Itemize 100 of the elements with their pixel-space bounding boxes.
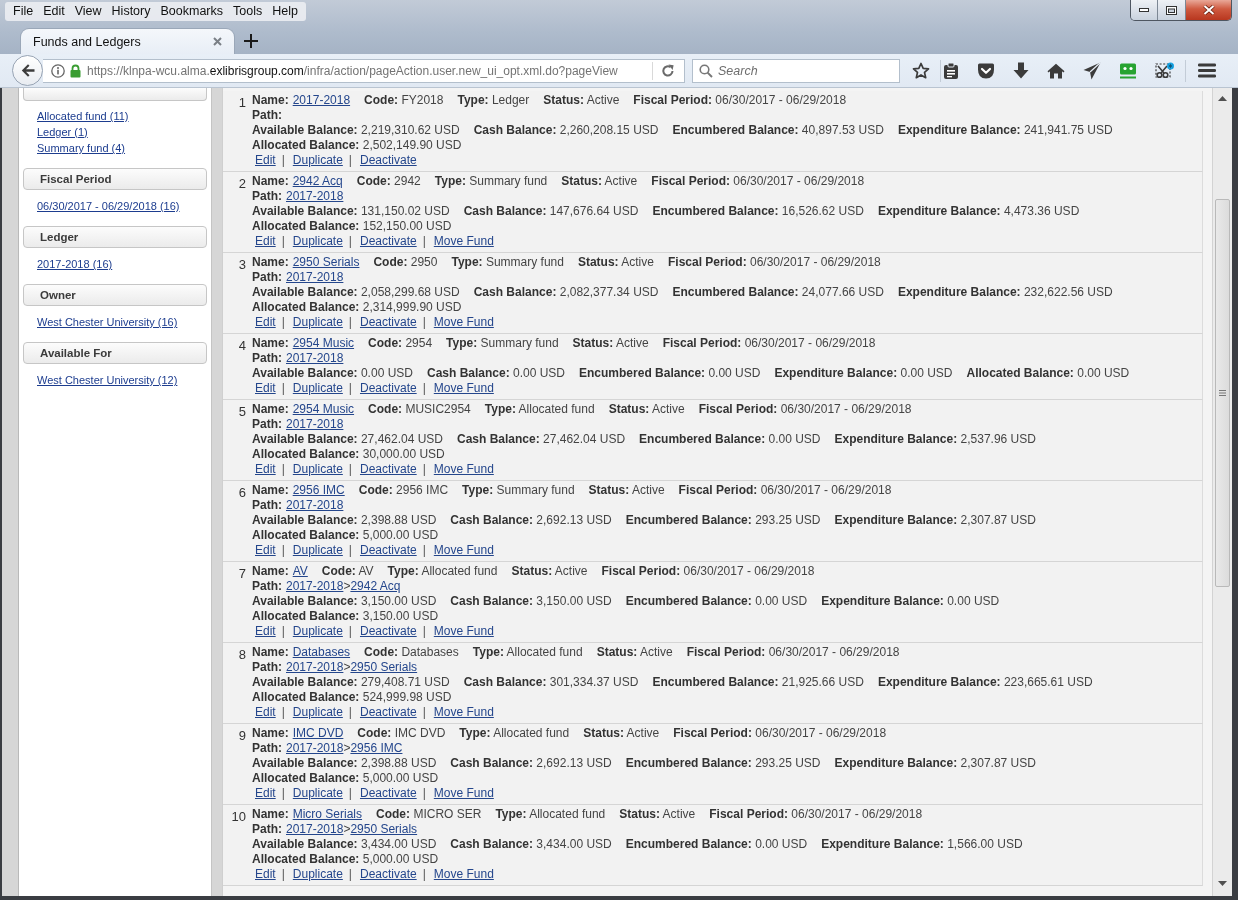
action-link[interactable]: Duplicate xyxy=(292,543,343,557)
filter-link[interactable]: Summary fund (4) xyxy=(37,140,126,156)
path-link[interactable]: 2950 Serials xyxy=(350,822,418,836)
action-link[interactable]: Edit xyxy=(255,315,276,329)
fund-name-link[interactable]: 2017-2018 xyxy=(292,93,351,107)
filter-link[interactable]: West Chester University (16) xyxy=(37,314,178,330)
reload-icon[interactable] xyxy=(661,63,675,78)
filter-link[interactable]: Ledger (1) xyxy=(37,124,88,140)
path-link[interactable]: 2017-2018 xyxy=(286,741,344,755)
path-link[interactable]: 2017-2018 xyxy=(286,822,344,836)
action-link[interactable]: Duplicate xyxy=(292,705,343,719)
action-link[interactable]: Deactivate xyxy=(359,543,417,557)
search-field[interactable]: Search xyxy=(692,58,900,83)
menu-item[interactable]: Tools xyxy=(228,2,268,21)
info-icon[interactable] xyxy=(51,63,65,78)
path-link[interactable]: 2956 IMC xyxy=(350,741,403,755)
action-link[interactable]: Edit xyxy=(255,153,276,167)
fund-name-link[interactable]: 2954 Music xyxy=(292,402,355,416)
menu-item[interactable]: Edit xyxy=(38,2,70,21)
action-link[interactable]: Move Fund xyxy=(433,867,494,881)
action-link[interactable]: Move Fund xyxy=(433,381,494,395)
filter-link[interactable]: West Chester University (12) xyxy=(37,372,178,388)
home-icon[interactable] xyxy=(1047,62,1065,79)
fund-name-link[interactable]: 2950 Serials xyxy=(292,255,360,269)
action-link[interactable]: Duplicate xyxy=(292,462,343,476)
action-link[interactable]: Deactivate xyxy=(359,234,417,248)
action-link[interactable]: Deactivate xyxy=(359,624,417,638)
action-link[interactable]: Move Fund xyxy=(433,234,494,248)
action-link[interactable]: Duplicate xyxy=(292,786,343,800)
address-field[interactable]: https://klnpa-wcu.alma.exlibrisgroup.com/infra/action/pageAction.user.new_ui_opt.xml.do?pageView xyxy=(43,58,685,83)
action-link[interactable]: Edit xyxy=(255,381,276,395)
close-tab-icon[interactable] xyxy=(213,37,222,46)
pocket-icon[interactable] xyxy=(977,62,995,79)
action-link[interactable]: Move Fund xyxy=(433,705,494,719)
section-header[interactable]: Owner xyxy=(23,284,207,306)
monitor-icon[interactable] xyxy=(1119,62,1137,79)
close-button[interactable] xyxy=(1186,0,1231,20)
path-link[interactable]: 2017-2018 xyxy=(286,351,344,365)
action-link[interactable]: Deactivate xyxy=(359,786,417,800)
action-link[interactable]: Deactivate xyxy=(359,315,417,329)
action-link[interactable]: Move Fund xyxy=(433,786,494,800)
path-link[interactable]: 2017-2018 xyxy=(286,579,344,593)
menu-item[interactable]: Bookmarks xyxy=(155,2,228,21)
scroll-down-icon[interactable] xyxy=(1218,881,1227,886)
action-link[interactable]: Deactivate xyxy=(359,381,417,395)
minimize-button[interactable] xyxy=(1131,0,1158,20)
download-icon[interactable] xyxy=(1013,62,1029,79)
action-link[interactable]: Move Fund xyxy=(433,624,494,638)
action-link[interactable]: Duplicate xyxy=(292,624,343,638)
section-header[interactable]: Fiscal Period xyxy=(23,168,207,190)
action-link[interactable]: Edit xyxy=(255,624,276,638)
filter-link[interactable]: 2017-2018 (16) xyxy=(37,256,113,272)
action-link[interactable]: Duplicate xyxy=(292,867,343,881)
clipboard-icon[interactable] xyxy=(943,61,959,80)
action-link[interactable]: Move Fund xyxy=(433,543,494,557)
menu-item[interactable]: History xyxy=(106,2,156,21)
back-button[interactable] xyxy=(12,55,43,86)
action-link[interactable]: Edit xyxy=(255,234,276,248)
action-link[interactable]: Edit xyxy=(255,462,276,476)
fund-name-link[interactable]: 2954 Music xyxy=(292,336,355,350)
action-link[interactable]: Edit xyxy=(255,867,276,881)
menu-item[interactable]: File xyxy=(8,2,39,21)
filter-link[interactable]: 06/30/2017 - 06/29/2018 (16) xyxy=(37,198,180,214)
fund-name-link[interactable]: Micro Serials xyxy=(292,807,363,821)
plus-icon[interactable] xyxy=(244,34,258,48)
action-link[interactable]: Duplicate xyxy=(292,234,343,248)
action-link[interactable]: Deactivate xyxy=(359,462,417,476)
path-link[interactable]: 2017-2018 xyxy=(286,270,344,284)
action-link[interactable]: Duplicate xyxy=(292,315,343,329)
star-icon[interactable] xyxy=(912,61,930,80)
maximize-button[interactable] xyxy=(1158,0,1186,20)
action-link[interactable]: Duplicate xyxy=(292,381,343,395)
paper-plane-icon[interactable] xyxy=(1083,61,1101,80)
action-link[interactable]: Duplicate xyxy=(292,153,343,167)
section-header[interactable]: Available For xyxy=(23,342,207,364)
fund-name-link[interactable]: 2956 IMC xyxy=(292,483,345,497)
url-text[interactable]: https://klnpa-wcu.alma.exlibrisgroup.com/infra/action/pageAction.user.new_ui_opt.xml.do?pageView xyxy=(87,63,648,78)
filter-link[interactable]: Allocated fund (11) xyxy=(37,108,129,124)
action-link[interactable]: Deactivate xyxy=(359,867,417,881)
action-link[interactable]: Move Fund xyxy=(433,462,494,476)
scrollbar-thumb[interactable] xyxy=(1215,199,1230,587)
path-link[interactable]: 2942 Acq xyxy=(350,579,401,593)
action-link[interactable]: Edit xyxy=(255,705,276,719)
fund-name-link[interactable]: IMC DVD xyxy=(292,726,344,740)
path-link[interactable]: 2017-2018 xyxy=(286,417,344,431)
fund-name-link[interactable]: AV xyxy=(292,564,308,578)
path-link[interactable]: 2950 Serials xyxy=(350,660,418,674)
menu-icon[interactable] xyxy=(1198,63,1216,78)
action-link[interactable]: Edit xyxy=(255,786,276,800)
section-header[interactable]: Ledger xyxy=(23,226,207,248)
browser-tab[interactable]: Funds and Ledgers xyxy=(20,28,235,54)
action-link[interactable]: Move Fund xyxy=(433,315,494,329)
scroll-up-icon[interactable] xyxy=(1218,96,1227,101)
menu-item[interactable]: View xyxy=(69,2,107,21)
action-link[interactable]: Edit xyxy=(255,543,276,557)
scissors-icon[interactable] xyxy=(1155,61,1175,80)
path-link[interactable]: 2017-2018 xyxy=(286,660,344,674)
menu-item[interactable]: Help xyxy=(267,2,303,21)
fund-name-link[interactable]: 2942 Acq xyxy=(292,174,343,188)
fund-name-link[interactable]: Databases xyxy=(292,645,351,659)
